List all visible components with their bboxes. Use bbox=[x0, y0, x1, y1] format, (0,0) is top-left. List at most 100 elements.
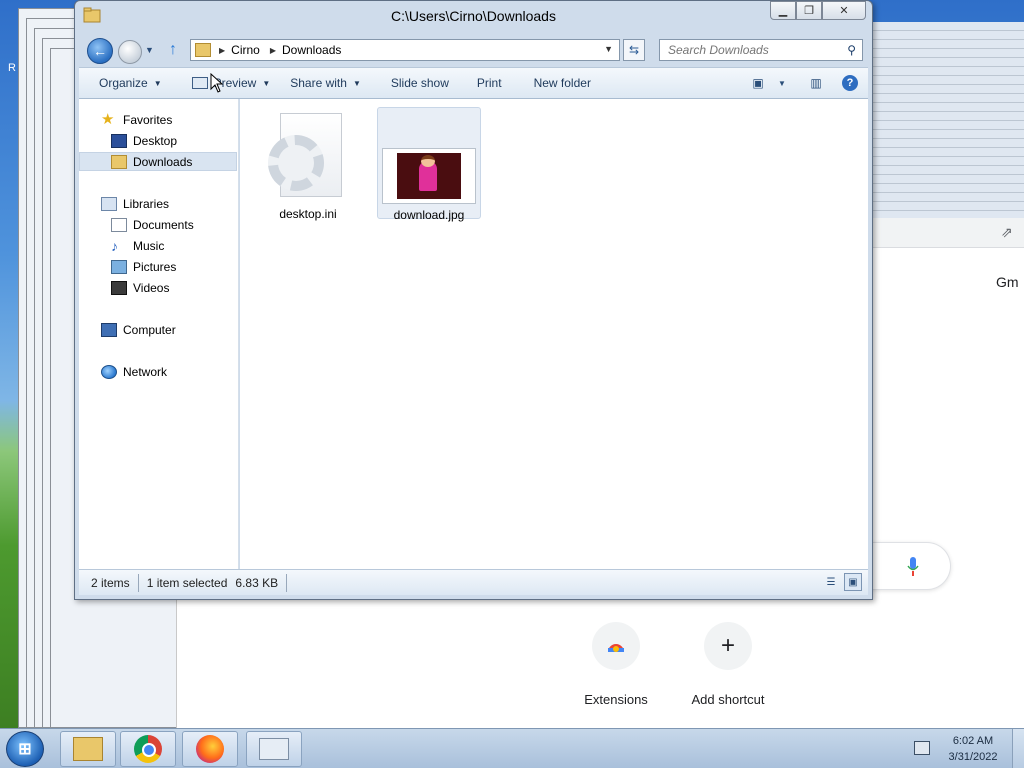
nav-label: Computer bbox=[123, 322, 176, 337]
star-icon: ★ bbox=[101, 110, 115, 128]
nav-libraries[interactable]: Libraries bbox=[79, 194, 237, 213]
recent-pages-dropdown[interactable]: ▼ bbox=[145, 45, 154, 55]
nav-downloads[interactable]: Downloads bbox=[79, 152, 237, 171]
chevron-right-icon: ▶ bbox=[269, 45, 276, 55]
chevron-down-icon: ▼ bbox=[352, 78, 361, 88]
selection-size: 6.83 KB bbox=[235, 575, 279, 590]
chrome-web-store-icon bbox=[592, 622, 640, 670]
taskbar-chrome[interactable] bbox=[120, 731, 176, 767]
new-folder-button[interactable]: New folder bbox=[524, 68, 601, 98]
new-folder-label: New folder bbox=[533, 76, 591, 90]
nav-favorites[interactable]: ★ Favorites bbox=[79, 110, 237, 129]
share-icon[interactable]: ⇗ bbox=[1001, 224, 1017, 240]
nav-label: Videos bbox=[133, 280, 170, 295]
help-button[interactable]: ? bbox=[838, 72, 862, 94]
breadcrumb-cirno[interactable]: ▶ Cirno bbox=[219, 43, 260, 57]
nav-desktop[interactable]: Desktop bbox=[79, 131, 237, 150]
microphone-icon[interactable] bbox=[907, 557, 919, 577]
search-input[interactable] bbox=[668, 43, 838, 57]
minimize-button[interactable]: ▁ bbox=[770, 1, 796, 20]
breadcrumb-label: Downloads bbox=[282, 43, 342, 57]
search-icon[interactable]: ⚲ bbox=[847, 43, 856, 57]
organize-button[interactable]: Organize ▼ bbox=[89, 68, 172, 98]
pictures-icon bbox=[111, 259, 127, 274]
gmail-link[interactable]: Gm bbox=[996, 274, 1024, 290]
file-item-desktop-ini[interactable]: desktop.ini bbox=[256, 107, 360, 221]
shortcut-extensions[interactable]: Extensions bbox=[556, 622, 676, 707]
selection-count: 1 item selected bbox=[146, 575, 228, 590]
slide-show-label: Slide show bbox=[390, 76, 449, 90]
network-tray-icon[interactable] bbox=[914, 741, 930, 755]
google-search-box[interactable] bbox=[869, 542, 951, 590]
gear-icon bbox=[268, 135, 324, 191]
breadcrumb-label: Cirno bbox=[231, 43, 260, 57]
shortcut-label: Extensions bbox=[584, 692, 648, 707]
taskbar-explorer[interactable] bbox=[60, 731, 116, 767]
image-thumbnail bbox=[382, 148, 476, 204]
nav-network[interactable]: Network bbox=[79, 362, 237, 381]
status-bar: 2 items 1 item selected 6.83 KB ☰ ▣ bbox=[79, 569, 868, 595]
nav-label: Favorites bbox=[123, 112, 173, 127]
file-name: download.jpg bbox=[393, 208, 465, 222]
nav-documents[interactable]: Documents bbox=[79, 215, 237, 234]
search-box[interactable]: ⚲ bbox=[659, 39, 863, 61]
print-button[interactable]: Print bbox=[467, 68, 512, 98]
shortcut-add[interactable]: + Add shortcut bbox=[668, 622, 788, 707]
nav-label: Pictures bbox=[133, 259, 177, 274]
back-button[interactable]: ← bbox=[87, 38, 113, 64]
nav-computer[interactable]: Computer bbox=[79, 320, 237, 339]
large-icons-view-icon[interactable]: ▣ bbox=[844, 573, 862, 591]
clock-time: 6:02 AM bbox=[952, 735, 994, 747]
maximize-button[interactable]: ❐ bbox=[796, 1, 822, 20]
forward-button[interactable] bbox=[118, 40, 142, 64]
refresh-button[interactable]: ⇆ bbox=[623, 39, 645, 61]
libraries-icon bbox=[101, 196, 117, 211]
print-label: Print bbox=[476, 76, 502, 90]
taskbar-firefox[interactable] bbox=[182, 731, 238, 767]
show-desktop-button[interactable] bbox=[1012, 729, 1024, 768]
chevron-down-icon[interactable]: ▼ bbox=[604, 44, 613, 54]
breadcrumb-downloads[interactable]: ▶ Downloads bbox=[270, 43, 342, 57]
chevron-down-icon[interactable]: ▼ bbox=[770, 72, 794, 94]
clock[interactable]: 6:02 AM 3/31/2022 bbox=[942, 733, 1004, 765]
google-chrome-icon bbox=[134, 735, 162, 763]
view-toggle: ☰ ▣ bbox=[818, 573, 862, 591]
nav-label: Documents bbox=[133, 217, 194, 232]
clock-date: 3/31/2022 bbox=[948, 751, 998, 763]
close-button[interactable]: ✕ bbox=[822, 1, 866, 20]
slide-show-button[interactable]: Slide show bbox=[381, 68, 459, 98]
shortcut-label: Add shortcut bbox=[691, 692, 765, 707]
share-with-button[interactable]: Share with ▼ bbox=[280, 68, 371, 98]
nav-label: Desktop bbox=[133, 133, 178, 148]
music-note-icon: ♪ bbox=[111, 237, 118, 254]
preview-button[interactable]: Preview ▼ bbox=[182, 68, 281, 98]
image-icon bbox=[397, 153, 461, 199]
taskbar: ⊞ 6:02 AM 3/31/2022 bbox=[0, 728, 1024, 768]
documents-icon bbox=[111, 217, 127, 232]
address-bar[interactable]: ▶ Cirno ▶ Downloads ▼ bbox=[190, 39, 620, 61]
firefox-icon bbox=[196, 735, 224, 763]
preview-pane-icon[interactable]: ▥ bbox=[804, 72, 828, 94]
nav-pictures[interactable]: Pictures bbox=[79, 257, 237, 276]
videos-icon bbox=[111, 280, 127, 295]
taskbar-window[interactable] bbox=[246, 731, 302, 767]
file-item-download-jpg[interactable]: download.jpg bbox=[377, 107, 481, 222]
item-count: 2 items bbox=[79, 573, 139, 592]
title-bar[interactable]: C:\Users\Cirno\Downloads ▁ ❐ ✕ bbox=[75, 1, 872, 31]
start-button[interactable]: ⊞ bbox=[6, 731, 44, 767]
plus-icon: + bbox=[704, 622, 752, 670]
command-bar: Organize ▼ Preview ▼ Share with ▼ Slide sho… bbox=[79, 67, 868, 99]
nav-music[interactable]: ♪ Music bbox=[79, 236, 237, 255]
help-icon: ? bbox=[842, 75, 858, 91]
chevron-down-icon: ▼ bbox=[153, 78, 162, 88]
share-with-label: Share with bbox=[290, 76, 347, 90]
details-view-icon[interactable]: ☰ bbox=[822, 573, 840, 591]
desktop-edge-label: R bbox=[8, 62, 16, 74]
nav-label: Downloads bbox=[133, 154, 193, 169]
up-arrow-icon[interactable]: ↑ bbox=[169, 41, 177, 59]
change-view-icon[interactable]: ▣ bbox=[746, 72, 770, 94]
nav-label: Libraries bbox=[123, 196, 170, 211]
nav-videos[interactable]: Videos bbox=[79, 278, 237, 297]
figure-head-shape bbox=[421, 155, 435, 167]
selection-info: 1 item selected 6.83 KB bbox=[139, 573, 288, 592]
